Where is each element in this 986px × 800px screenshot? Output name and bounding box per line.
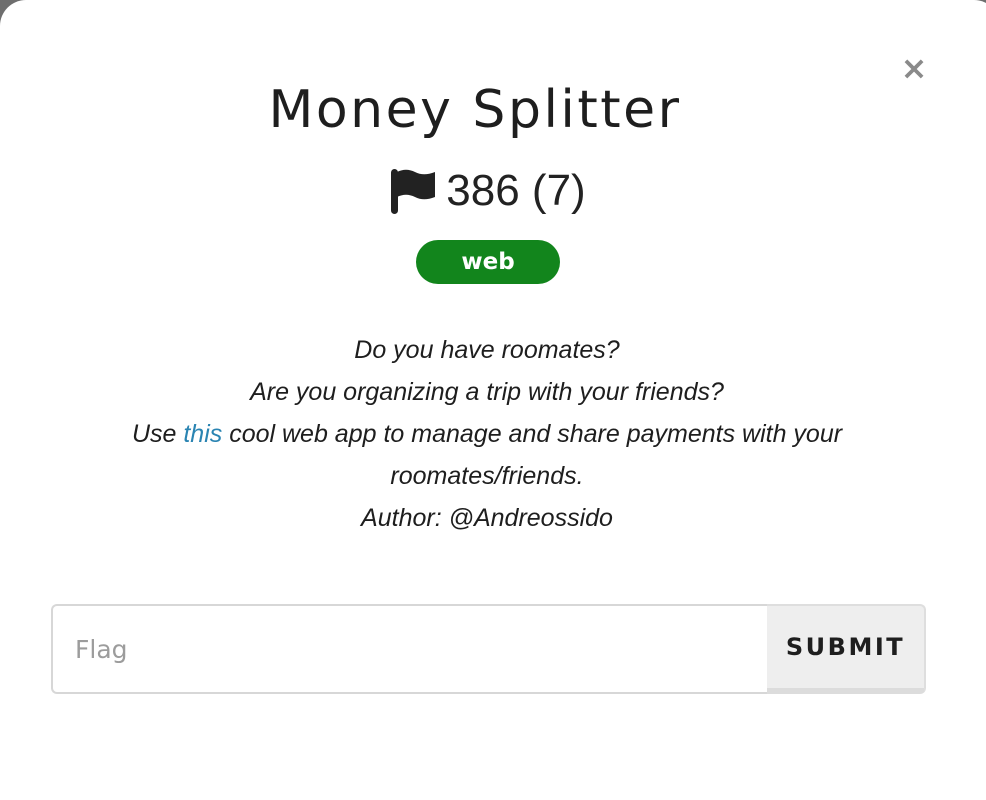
challenge-title: Money Splitter [268, 80, 682, 140]
description-text: Use [131, 420, 184, 448]
category-badge: web [416, 240, 560, 284]
flag-input[interactable] [51, 604, 767, 694]
description-line: Use this cool web app to manage and shar… [60, 413, 914, 497]
challenge-points: 386 (7) [0, 164, 974, 218]
flag-icon [391, 169, 436, 214]
challenge-description: Do you have roomates? Are you organizing… [60, 329, 914, 539]
description-line: Do you have roomates? [354, 336, 620, 364]
author-line: Author: @Andreossido [361, 504, 613, 532]
submit-button[interactable]: SUBMIT [767, 604, 926, 694]
points-value: 386 (7) [446, 166, 586, 215]
challenge-modal: × Money Splitter 386 (7) web Do you have… [0, 0, 986, 800]
description-line: Are you organizing a trip with your frie… [250, 378, 724, 406]
challenge-link[interactable]: this [183, 420, 222, 448]
description-text: cool web app to manage and share payment… [222, 420, 843, 490]
